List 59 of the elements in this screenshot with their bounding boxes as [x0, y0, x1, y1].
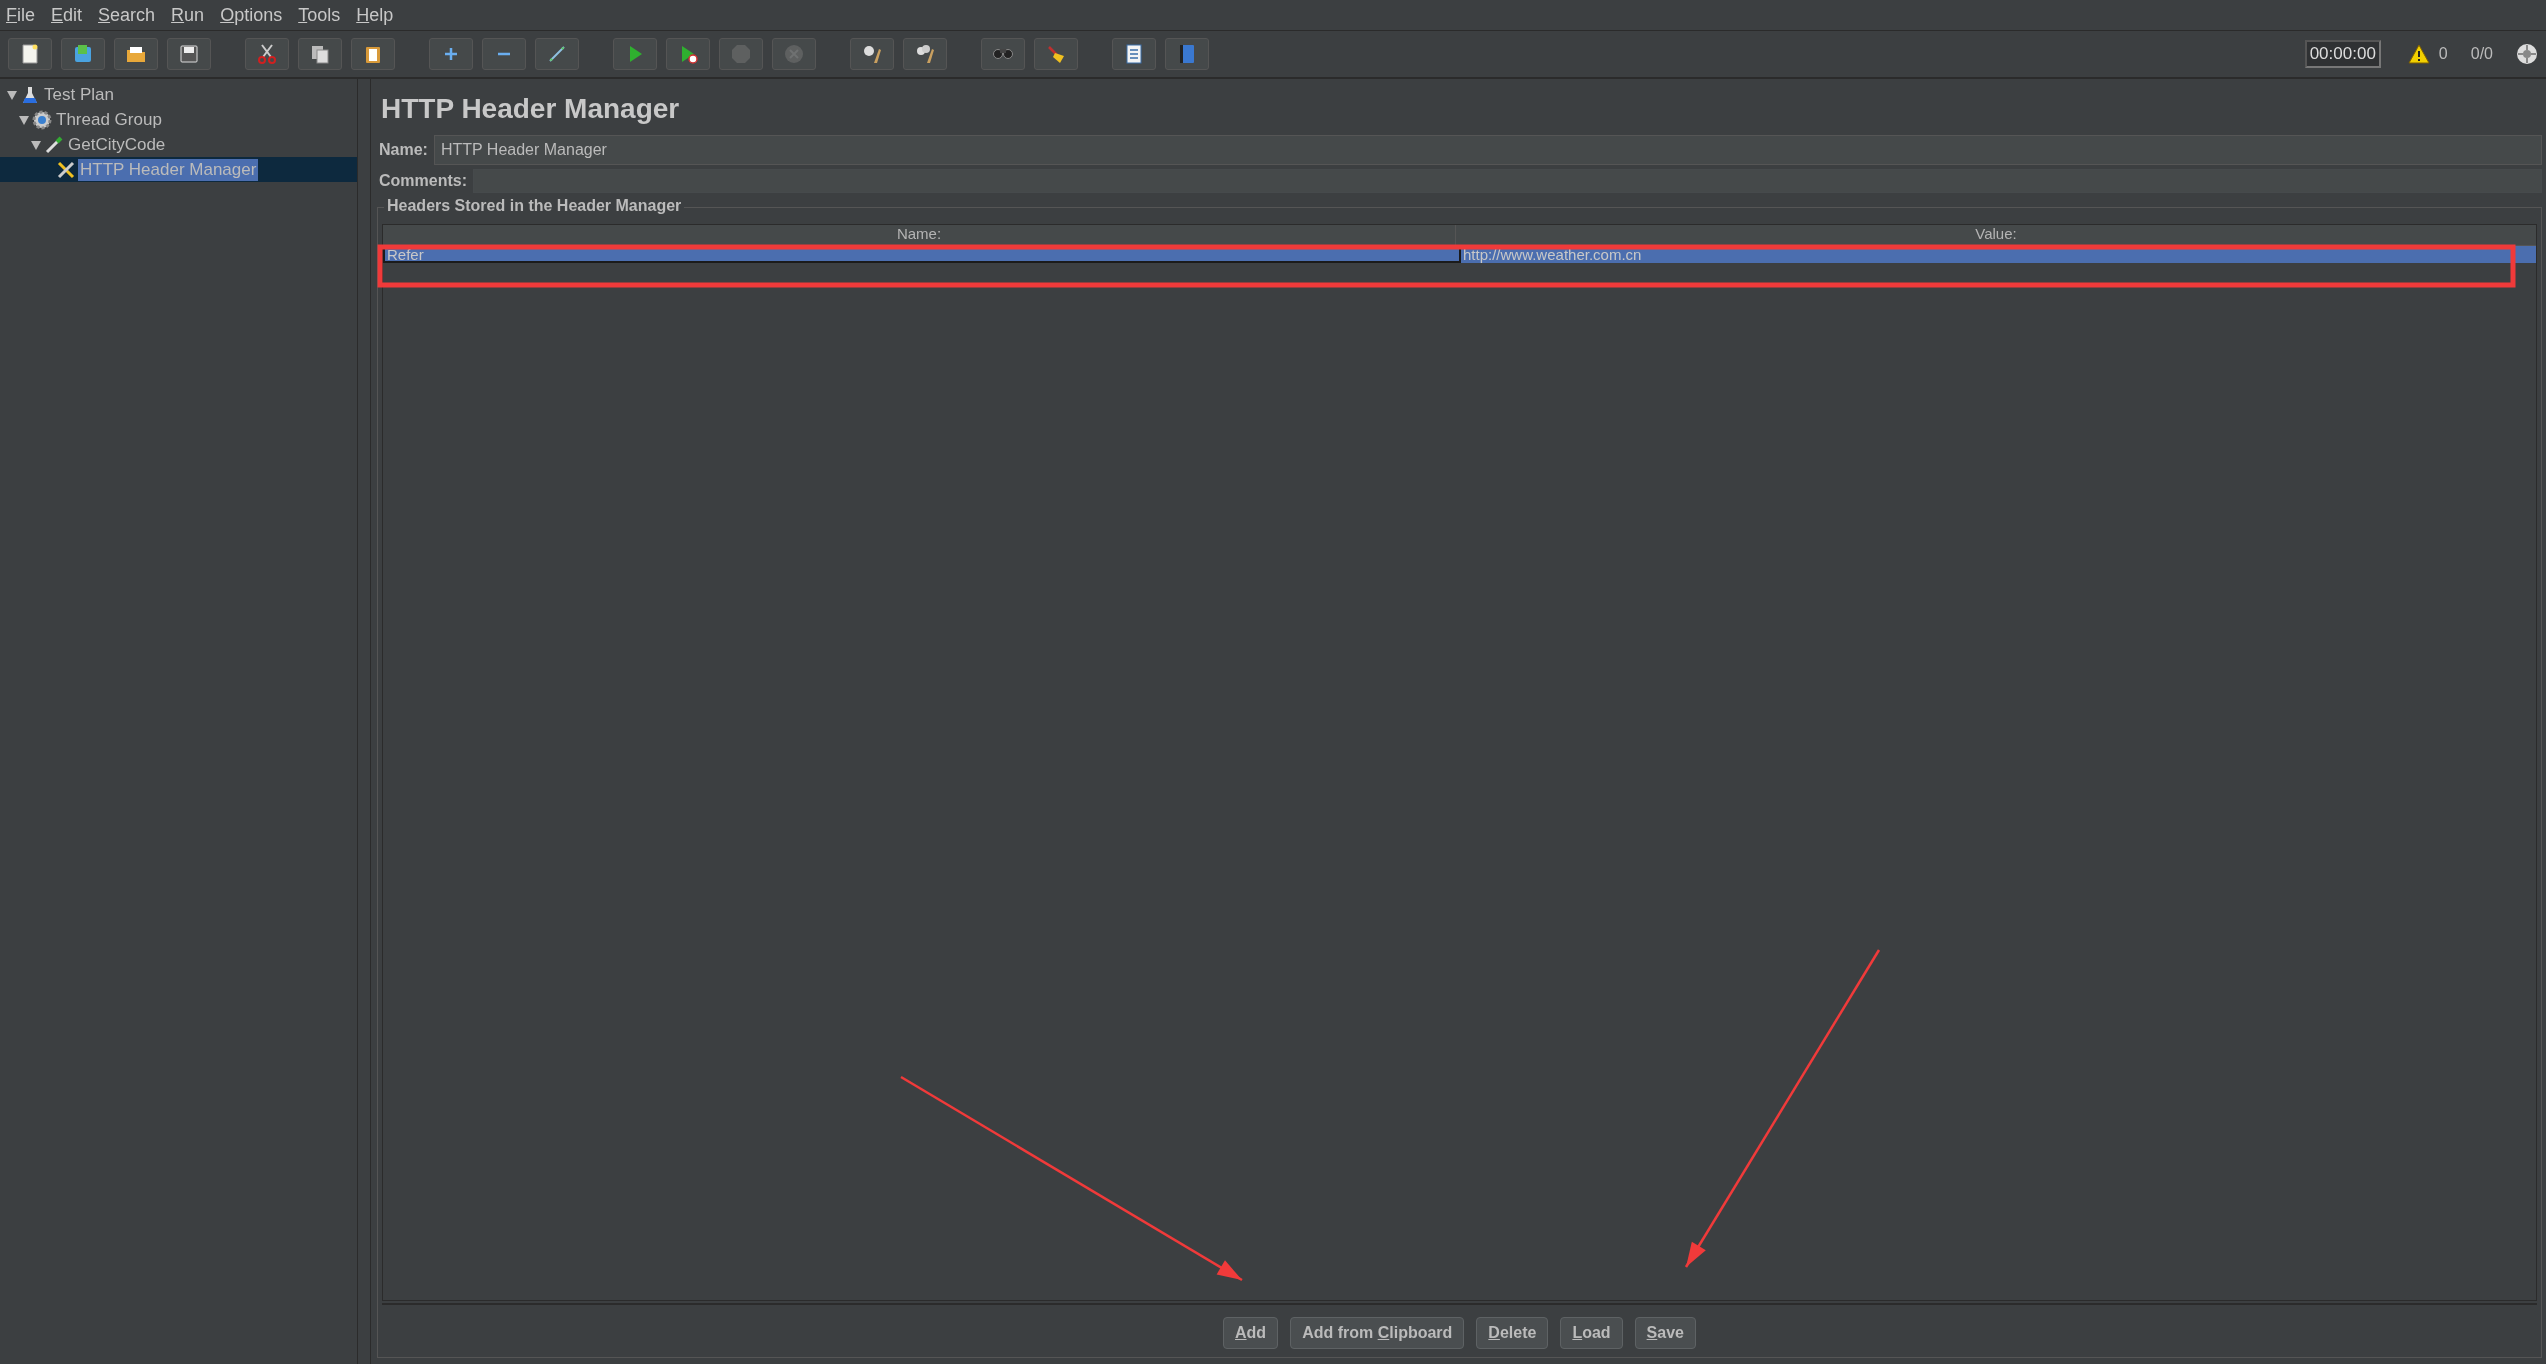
minus-icon [497, 52, 511, 56]
elapsed-time: 00:00:00 [2304, 40, 2381, 68]
name-label: Name: [378, 141, 428, 159]
toolbar-button[interactable] [298, 38, 342, 70]
action-button[interactable]: Save [1634, 1317, 1696, 1349]
collapse-icon[interactable] [18, 113, 30, 126]
copy-icon [309, 43, 331, 65]
collapse-icon[interactable] [6, 88, 18, 101]
toolbar-button[interactable] [1034, 38, 1078, 70]
toolbar-button[interactable] [903, 38, 947, 70]
tree-item[interactable]: GetCityCode [66, 133, 168, 156]
panel-title: HTTP Header Manager [380, 92, 681, 126]
broom-icon [1045, 43, 1067, 65]
comments-label: Comments: [378, 172, 467, 190]
warning-count: 0 [2438, 45, 2448, 63]
menu-item[interactable]: Options [220, 4, 283, 26]
templates-icon [72, 43, 94, 65]
menu-item[interactable]: Edit [51, 4, 83, 26]
toolbar-button[interactable] [114, 38, 158, 70]
action-button[interactable]: Add [1223, 1317, 1279, 1349]
toolbar-button[interactable] [245, 38, 289, 70]
menu-item[interactable]: Help [356, 4, 394, 26]
menu-item[interactable]: Run [171, 4, 205, 26]
shutdown-icon [783, 43, 805, 65]
toolbar-button[interactable] [666, 38, 710, 70]
pipette-icon [44, 134, 64, 155]
menu-item[interactable]: Search [98, 4, 156, 26]
list-icon [1123, 43, 1145, 65]
tree-item[interactable]: Test Plan [42, 83, 116, 106]
tree-item[interactable]: HTTP Header Manager [78, 158, 259, 181]
toolbar-button[interactable] [61, 38, 105, 70]
column-header[interactable]: Value: [1456, 225, 2536, 245]
name-field[interactable]: HTTP Header Manager [433, 135, 2542, 165]
gear-icon [32, 109, 52, 130]
toolbar-button[interactable] [8, 38, 52, 70]
tree-item[interactable]: Thread Group [54, 108, 164, 131]
column-header[interactable]: Name: [383, 225, 1456, 245]
toolbar-button[interactable] [429, 38, 473, 70]
toolbar-button[interactable] [535, 38, 579, 70]
menu-item[interactable]: Tools [298, 4, 341, 26]
scissors-icon [256, 43, 278, 65]
toolbar-button[interactable] [1165, 38, 1209, 70]
action-button[interactable]: Add from Clipboard [1290, 1317, 1465, 1349]
thread-count: 0/0 [2470, 45, 2493, 63]
stop-icon [730, 43, 752, 65]
toolbar-button[interactable] [167, 38, 211, 70]
menu-item[interactable]: File [6, 4, 35, 26]
collapse-icon[interactable] [30, 138, 42, 151]
binoculars-icon [993, 49, 1013, 59]
group-title: Headers Stored in the Header Manager [384, 197, 685, 215]
flask-icon [20, 84, 40, 105]
action-button[interactable]: Delete [1476, 1317, 1549, 1349]
toolbar-button[interactable] [850, 38, 894, 70]
warning-icon [2407, 44, 2430, 64]
tools-icon [56, 159, 76, 180]
toolbar-button[interactable] [351, 38, 395, 70]
action-button[interactable]: Load [1560, 1317, 1623, 1349]
toolbar-button[interactable] [1112, 38, 1156, 70]
new-file-icon [19, 43, 41, 65]
